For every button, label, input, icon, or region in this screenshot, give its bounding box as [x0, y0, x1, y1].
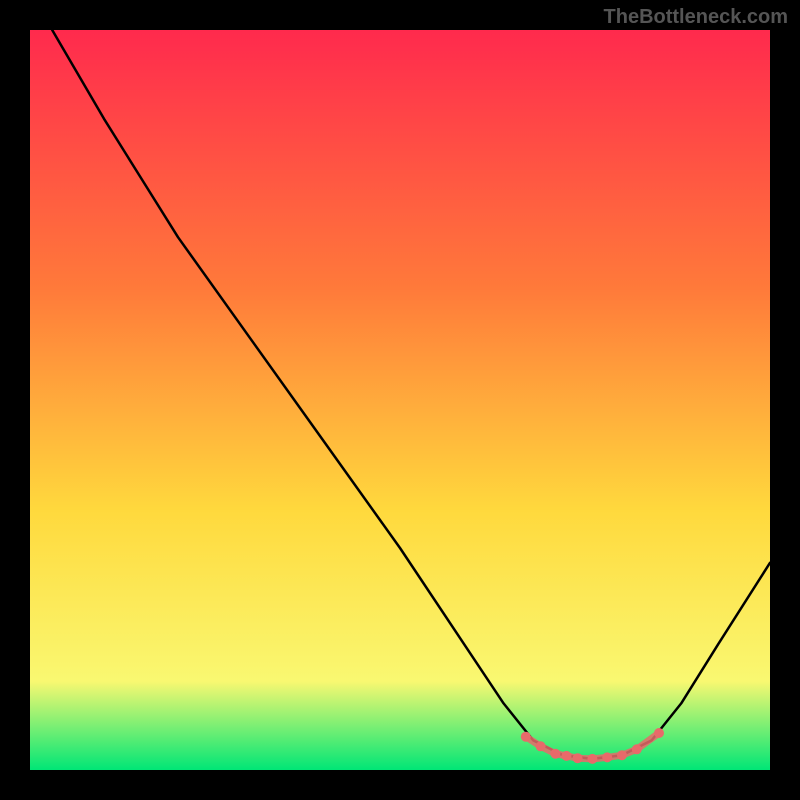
- chart-background: [30, 30, 770, 770]
- optimal-point: [654, 728, 664, 738]
- chart-plot-area: [30, 30, 770, 770]
- optimal-point: [602, 752, 612, 762]
- optimal-point: [550, 749, 560, 759]
- optimal-point: [521, 732, 531, 742]
- optimal-point: [632, 744, 642, 754]
- chart-svg: [30, 30, 770, 770]
- optimal-point: [617, 750, 627, 760]
- optimal-point: [536, 741, 546, 751]
- optimal-point: [573, 753, 583, 763]
- chart-container: TheBottleneck.com: [0, 0, 800, 800]
- optimal-point: [562, 751, 572, 761]
- watermark-text: TheBottleneck.com: [604, 6, 788, 29]
- optimal-point: [587, 754, 597, 764]
